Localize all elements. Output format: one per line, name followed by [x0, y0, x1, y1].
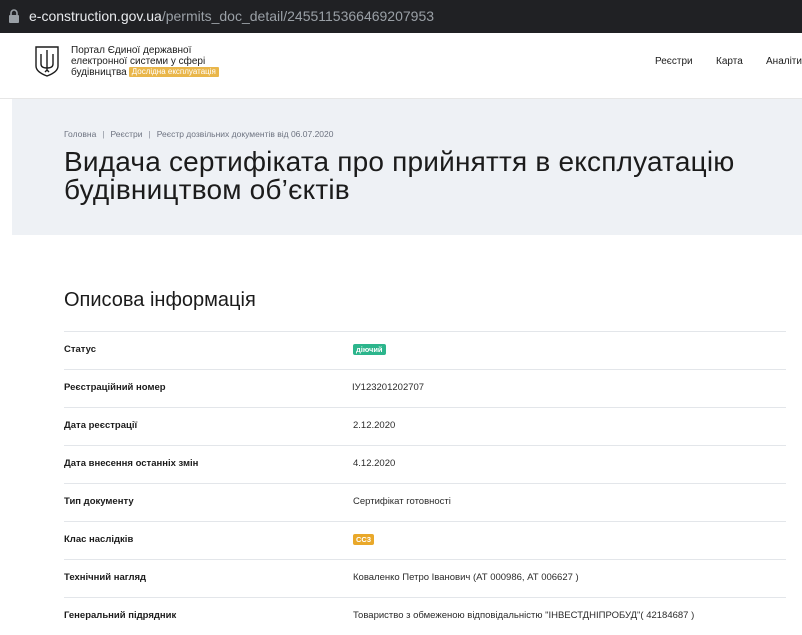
breadcrumb-home[interactable]: Головна [64, 129, 96, 139]
portal-title-line-1: Портал Єдиної державної [71, 45, 192, 56]
info-label: Дата внесення останніх змін [64, 458, 199, 469]
info-row-registration-number: Реєстраційний номер ІУ123201202707 [64, 369, 786, 407]
info-table: Статус діючий Реєстраційний номер ІУ1232… [64, 331, 786, 635]
page-title-line-1: Видача сертифіката про прийняття в експл… [64, 146, 735, 177]
beta-badge: Дослідна експлуатація [128, 67, 219, 77]
info-label: Клас наслідків [64, 534, 134, 545]
url-host: e-construction.gov.ua [29, 8, 162, 24]
info-value: 2.12.2020 [353, 420, 396, 431]
info-row-consequence-class: Клас наслідків СС3 [64, 521, 786, 559]
nav-registries[interactable]: Реєстри [655, 56, 693, 67]
info-row-last-change-date: Дата внесення останніх змін 4.12.2020 [64, 445, 786, 483]
page-title: Видача сертифіката про прийняття в експл… [64, 148, 734, 204]
info-value: 4.12.2020 [353, 458, 396, 469]
page-title-line-2: будівництвом об’єктів [64, 174, 350, 205]
info-row-technical-supervision: Технічний нагляд Коваленко Петро Іванови… [64, 559, 786, 597]
site-header: Портал Єдиної державної електронної сист… [12, 33, 802, 99]
info-label: Дата реєстрації [64, 420, 138, 431]
portal-title-line-2: електронної системи у сфері [71, 56, 206, 67]
section-title: Описова інформація [64, 289, 256, 311]
nav-map[interactable]: Карта [716, 56, 743, 67]
breadcrumb-current[interactable]: Реєстр дозвільних документів від 06.07.2… [157, 129, 334, 139]
lock-icon [9, 9, 19, 23]
breadcrumb-separator: | [148, 129, 151, 139]
info-row-general-contractor: Генеральний підрядник Товариство з обмеж… [64, 597, 786, 635]
info-row-status: Статус діючий [64, 331, 786, 369]
info-label: Генеральний підрядник [64, 610, 177, 621]
url-text[interactable]: e-construction.gov.ua/permits_doc_detail… [29, 8, 434, 24]
breadcrumb: Головна | Реєстри | Реєстр дозвільних докуме… [64, 129, 334, 139]
info-label: Технічний нагляд [64, 572, 147, 583]
trident-coat-of-arms-icon[interactable] [33, 45, 61, 77]
info-row-document-type: Тип документу Сертифікат готовності [64, 483, 786, 521]
url-path: /permits_doc_detail/2455115366469207953 [161, 8, 435, 24]
info-value: Коваленко Петро Іванович (АТ 000986, АТ … [353, 572, 579, 583]
breadcrumb-registries[interactable]: Реєстри [111, 129, 143, 139]
info-value: ІУ123201202707 [352, 382, 425, 393]
info-label: Тип документу [64, 496, 134, 507]
info-label: Статус [64, 344, 97, 355]
hero-section: Головна | Реєстри | Реєстр дозвільних докуме… [12, 99, 802, 235]
consequence-class-badge: СС3 [353, 534, 375, 545]
nav-analytics[interactable]: Аналіти [766, 56, 802, 67]
portal-title[interactable]: Портал Єдиної державної електронної сист… [71, 45, 246, 78]
status-badge: діючий [353, 344, 386, 355]
browser-address-bar[interactable]: e-construction.gov.ua/permits_doc_detail… [0, 0, 802, 33]
info-value: СС3 [353, 534, 375, 545]
breadcrumb-separator: | [102, 129, 105, 139]
info-value: Сертифікат готовності [353, 496, 451, 507]
portal-title-line-3: будівництва [71, 67, 127, 78]
info-value: Товариство з обмеженою відповідальністю … [353, 610, 695, 621]
info-row-registration-date: Дата реєстрації 2.12.2020 [64, 407, 786, 445]
info-label: Реєстраційний номер [64, 382, 166, 393]
info-value: діючий [353, 344, 386, 355]
